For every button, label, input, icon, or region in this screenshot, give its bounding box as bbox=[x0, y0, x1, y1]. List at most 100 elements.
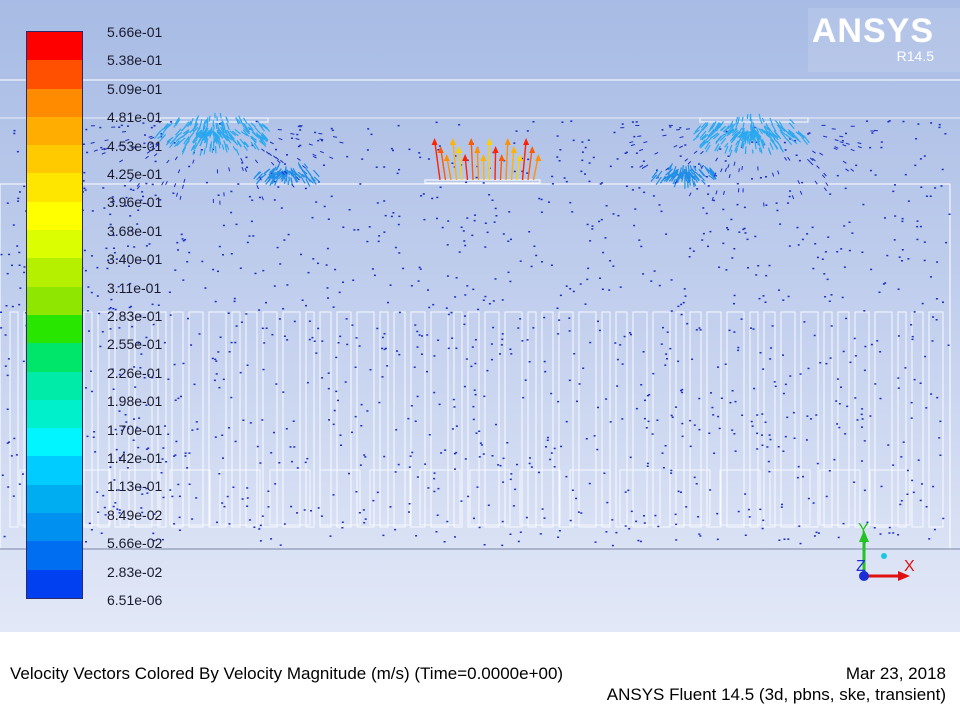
vector-dot bbox=[141, 191, 144, 193]
vector-dot bbox=[843, 225, 846, 227]
vector-dot bbox=[869, 415, 872, 417]
vector-dot bbox=[278, 318, 281, 320]
vector-dot bbox=[129, 188, 132, 191]
vector-dot bbox=[398, 215, 401, 218]
cabinet-outline bbox=[706, 311, 722, 528]
vector-dot bbox=[152, 323, 155, 326]
vector-dot bbox=[484, 246, 487, 248]
jet-vector-outer bbox=[329, 156, 334, 160]
vector-dot bbox=[658, 284, 661, 287]
vector-dot bbox=[762, 368, 765, 370]
vector-dot bbox=[436, 196, 439, 199]
vector-dot bbox=[913, 311, 916, 313]
jet-vector-outer bbox=[121, 131, 127, 133]
vector-dot bbox=[572, 139, 575, 142]
vector-dot bbox=[930, 393, 933, 395]
vector-dot bbox=[262, 269, 265, 272]
vector-dot bbox=[628, 332, 631, 334]
plume-arrow-head bbox=[480, 154, 487, 161]
jet-vector-outer bbox=[119, 159, 124, 163]
vector-dot bbox=[423, 218, 426, 221]
vector-dot bbox=[596, 448, 599, 451]
vector-dot bbox=[559, 294, 562, 297]
vector-dot bbox=[359, 183, 362, 185]
vector-dot bbox=[435, 531, 438, 533]
vector-dot bbox=[588, 180, 591, 183]
vector-dot bbox=[102, 494, 105, 497]
legend-swatch bbox=[27, 314, 82, 344]
vector-dot bbox=[421, 353, 423, 355]
vector-dot bbox=[228, 427, 230, 429]
vector-dot bbox=[528, 231, 531, 233]
vector-dot bbox=[90, 370, 92, 372]
vector-dot bbox=[529, 457, 531, 459]
axis-triad[interactable]: Y Z X bbox=[840, 520, 930, 590]
vector-dot bbox=[234, 341, 237, 344]
vector-dot bbox=[921, 302, 924, 305]
vector-dot bbox=[755, 274, 758, 276]
vector-dot bbox=[914, 164, 917, 167]
vector-dot bbox=[558, 530, 561, 532]
vector-dot bbox=[799, 542, 802, 545]
vector-dot bbox=[675, 406, 677, 408]
vector-dot bbox=[576, 400, 578, 403]
vector-dot bbox=[923, 241, 926, 243]
legend-tick-label: 1.13e-01 bbox=[107, 478, 163, 495]
vector-dot bbox=[819, 362, 822, 364]
vector-dot bbox=[863, 440, 866, 442]
vector-dot bbox=[201, 260, 204, 263]
plume-arrow-head bbox=[504, 138, 511, 145]
vector-dot bbox=[936, 261, 939, 263]
vector-dot bbox=[910, 401, 913, 404]
vector-dot bbox=[917, 123, 920, 125]
vector-dot bbox=[811, 226, 814, 229]
vector-dot bbox=[410, 285, 413, 287]
vector-dot bbox=[507, 240, 510, 242]
vector-dot bbox=[814, 243, 817, 245]
vector-dot bbox=[256, 445, 259, 448]
vector-dot bbox=[652, 372, 655, 375]
vector-dot bbox=[878, 291, 881, 293]
cabinet-outline bbox=[726, 311, 745, 528]
vector-dot bbox=[933, 528, 936, 531]
vector-dot bbox=[239, 371, 242, 374]
vector-dot bbox=[919, 382, 922, 384]
vector-dot bbox=[219, 336, 222, 338]
jet-vector-outer bbox=[724, 167, 727, 172]
jet-vector-outer bbox=[688, 192, 692, 197]
vector-dot bbox=[100, 146, 103, 149]
vector-dot bbox=[584, 173, 586, 175]
vector-dot bbox=[787, 538, 790, 540]
vector-dot bbox=[13, 129, 16, 132]
vector-dot bbox=[103, 207, 106, 209]
jet-vector-outer bbox=[332, 136, 338, 138]
vector-dot bbox=[894, 215, 897, 217]
vector-dot bbox=[178, 495, 181, 498]
legend-swatch bbox=[27, 32, 82, 61]
jet-vector-right bbox=[758, 147, 761, 153]
vector-dot bbox=[196, 428, 199, 430]
vector-dot bbox=[565, 420, 568, 423]
vector-dot bbox=[897, 288, 900, 290]
solver-info: ANSYS Fluent 14.5 (3d, pbns, ske, transi… bbox=[606, 685, 946, 704]
vector-dot bbox=[681, 422, 684, 425]
jet-vector-outer bbox=[145, 155, 149, 159]
vector-dot bbox=[727, 228, 730, 231]
vector-dot bbox=[371, 268, 374, 270]
cabinet-base bbox=[269, 469, 311, 526]
vector-dot bbox=[920, 186, 923, 188]
vector-dot bbox=[551, 175, 554, 178]
jet-vector-outer bbox=[809, 161, 814, 166]
vector-dot bbox=[740, 318, 743, 320]
ansys-logo: ANSYS R14.5 bbox=[808, 8, 960, 72]
vector-dot bbox=[19, 191, 21, 193]
vector-dot bbox=[152, 532, 155, 535]
vector-dot bbox=[744, 493, 747, 495]
vector-dot bbox=[619, 286, 622, 288]
vector-dot bbox=[775, 202, 778, 204]
cabinet-base bbox=[619, 469, 661, 526]
jet-vector-outer bbox=[839, 141, 844, 144]
vector-dot bbox=[169, 314, 172, 316]
vector-dot bbox=[85, 387, 87, 389]
graphics-viewport[interactable]: 5.66e-01 5.38e-01 5.09e-01 4.81e-01 4.53e-01… bbox=[0, 0, 960, 632]
